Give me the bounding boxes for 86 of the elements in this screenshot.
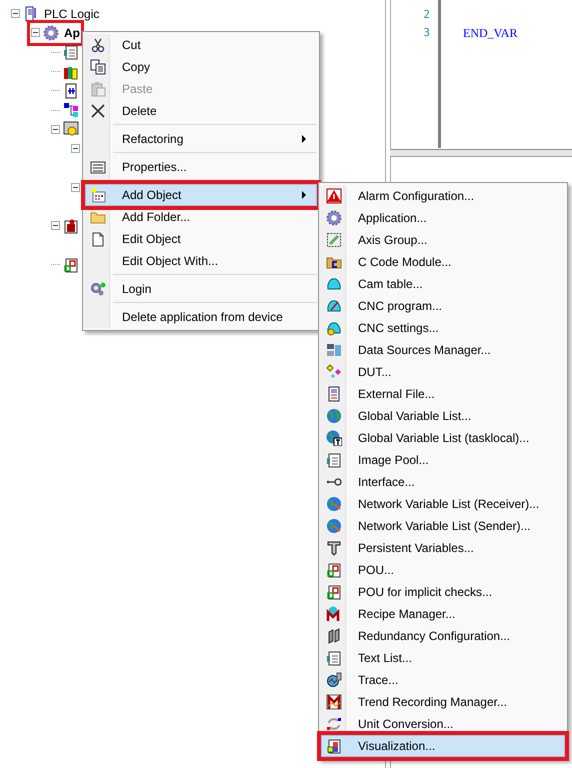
document-icon (326, 584, 342, 600)
document-icon (63, 256, 79, 272)
submenu-arrow-icon (302, 135, 306, 143)
gear-icon (43, 24, 59, 41)
menu-item[interactable]: Data Sources Manager... (321, 339, 565, 361)
line-number: 2 (422, 7, 431, 23)
menu-item[interactable]: Recipe Manager... (321, 603, 565, 625)
menu-item[interactable]: Add Folder... (85, 206, 317, 228)
menu-item[interactable]: Delete application from device (85, 306, 317, 328)
task-icon (63, 218, 79, 234)
menu-item[interactable]: Edit Object (85, 228, 317, 250)
menu-item[interactable]: POU for implicit checks... (321, 581, 565, 603)
menu-item[interactable]: Trend Recording Manager... (321, 691, 565, 713)
collapse-toggle[interactable] (71, 182, 80, 192)
menu-item[interactable]: Global Variable List (tasklocal)... (321, 427, 565, 449)
collapse-toggle[interactable] (71, 144, 80, 154)
clipboard-icon (90, 81, 106, 97)
submenu-arrow-icon (302, 191, 306, 199)
document-icon (23, 6, 39, 22)
menu-item[interactable]: Properties... (85, 156, 317, 178)
document-icon (63, 82, 79, 99)
menu-item[interactable]: Application... (321, 207, 565, 229)
menu-item[interactable]: Edit Object With... (85, 250, 317, 272)
globe-icon (326, 496, 342, 512)
task-icon (63, 121, 79, 138)
code-line: END_VAR (463, 25, 518, 42)
menu-item[interactable]: Refactoring (85, 128, 317, 150)
menu-item[interactable]: Redundancy Configuration... (321, 625, 565, 647)
menu-item[interactable]: Cut (85, 34, 317, 56)
trace-icon (326, 672, 342, 688)
scissors-icon (90, 37, 106, 53)
blob-with-gear-icon (326, 320, 342, 336)
recipe-icon (326, 606, 342, 622)
document-icon (90, 231, 106, 247)
t-shape-icon (326, 540, 342, 556)
collapse-toggle[interactable] (51, 124, 60, 134)
arrows-icon (326, 716, 342, 732)
menu-item[interactable]: Unit Conversion... (321, 713, 565, 735)
menu-item[interactable]: Trace... (321, 669, 565, 691)
menu-item[interactable]: Alarm Configuration... (321, 185, 565, 207)
menu-item[interactable]: DUT... (321, 361, 565, 383)
blocks-icon (63, 102, 79, 118)
list-icon (326, 452, 342, 468)
diamonds-icon (326, 364, 342, 380)
list-icon (63, 44, 79, 60)
menu-item[interactable]: Network Variable List (Sender)... (321, 515, 565, 537)
cylinders-icon (326, 628, 342, 644)
menu-item[interactable]: POU... (321, 559, 565, 581)
globe-icon (326, 408, 342, 424)
menu-item[interactable]: Image Pool... (321, 449, 565, 471)
menu-item[interactable]: Text List... (321, 647, 565, 669)
collapse-toggle[interactable] (51, 221, 60, 230)
menu-item[interactable]: Network Variable List (Receiver)... (321, 493, 565, 515)
menu-item[interactable]: Cam table... (321, 273, 565, 295)
globe-icon (326, 430, 342, 446)
close-icon (90, 103, 106, 119)
menu-item[interactable]: CNC program... (321, 295, 565, 317)
collapse-toggle[interactable] (11, 9, 20, 18)
chart-icon (326, 694, 342, 710)
menu-item[interactable]: Copy (85, 56, 317, 78)
list-icon (326, 650, 342, 666)
tree-item-label[interactable]: PLC Logic (44, 6, 100, 21)
document-icon (326, 386, 342, 402)
database-icon (326, 342, 342, 358)
menu-item[interactable]: Global Variable List... (321, 405, 565, 427)
dashed-box-icon (326, 232, 342, 248)
tree-item-label[interactable]: Ap (64, 26, 80, 40)
new-object-icon (90, 187, 106, 203)
gear-icon (326, 210, 342, 226)
gears-icon (90, 281, 106, 297)
document-icon (326, 562, 342, 578)
collapse-toggle[interactable] (31, 28, 40, 38)
menu-item[interactable]: External File... (321, 383, 565, 405)
menu-item[interactable]: Axis Group... (321, 229, 565, 251)
warning-icon (326, 188, 342, 204)
menu-item[interactable]: C Code Module... (321, 251, 565, 273)
menu-item[interactable]: Persistent Variables... (321, 537, 565, 559)
menu-item[interactable]: Interface... (321, 471, 565, 493)
menu-item[interactable]: CNC settings... (321, 317, 565, 339)
copy-icon (90, 59, 106, 75)
globe-icon (326, 518, 342, 534)
menu-item[interactable]: Login (85, 278, 317, 300)
visualization-icon (326, 738, 342, 754)
line-number: 3 (422, 25, 431, 41)
menu-item[interactable]: Delete (85, 100, 317, 122)
properties-icon (90, 159, 106, 175)
